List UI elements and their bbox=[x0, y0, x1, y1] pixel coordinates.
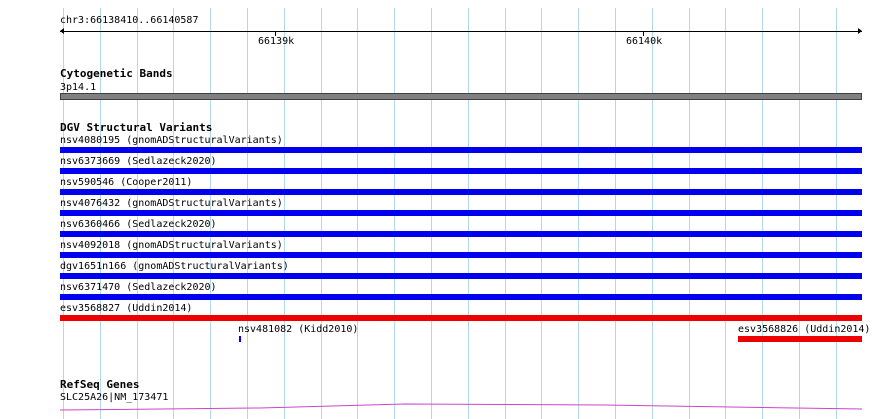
dgv-feature-bar-nsv4080195[interactable] bbox=[60, 147, 862, 153]
dgv-feature-label[interactable]: nsv6373669 (Sedlazeck2020) bbox=[60, 156, 217, 167]
dgv-feature-label[interactable]: esv3568826 (Uddin2014) bbox=[738, 324, 870, 335]
dgv-feature-label[interactable]: nsv6371470 (Sedlazeck2020) bbox=[60, 282, 217, 293]
ruler-tick-label-66139k: 66139k bbox=[258, 36, 295, 47]
dgv-feature-label[interactable]: nsv481082 (Kidd2010) bbox=[238, 324, 358, 335]
track-title-dgv-structural-variants[interactable]: DGV Structural Variants bbox=[60, 122, 212, 134]
dgv-feature-bar-dgv1651n166[interactable] bbox=[60, 273, 862, 279]
dgv-feature-bar-nsv6371470[interactable] bbox=[60, 294, 862, 300]
dgv-feature-bar-nsv4076432[interactable] bbox=[60, 210, 862, 216]
dgv-feature-bar-esv3568826[interactable] bbox=[738, 336, 862, 342]
cytoband-label[interactable]: 3p14.1 bbox=[60, 82, 96, 93]
dgv-feature-label[interactable]: nsv4080195 (gnomADStructuralVariants) bbox=[60, 135, 283, 146]
ruler-right-arrow-icon bbox=[858, 28, 862, 34]
dgv-feature-bar-nsv6373669[interactable] bbox=[60, 168, 862, 174]
ruler-axis-line bbox=[60, 31, 862, 32]
dgv-feature-label[interactable]: nsv4092018 (gnomADStructuralVariants) bbox=[60, 240, 283, 251]
dgv-feature-label[interactable]: nsv590546 (Cooper2011) bbox=[60, 177, 192, 188]
refseq-gene-intron-line[interactable] bbox=[60, 400, 862, 412]
dgv-feature-bar-nsv481082[interactable] bbox=[239, 336, 241, 342]
dgv-feature-bar-esv3568827[interactable] bbox=[60, 315, 862, 321]
track-title-cytogenetic-bands[interactable]: Cytogenetic Bands bbox=[60, 68, 173, 80]
track-title-refseq-genes[interactable]: RefSeq Genes bbox=[60, 379, 139, 391]
ruler-range-label: chr3:66138410..66140587 bbox=[60, 15, 199, 26]
dgv-feature-bar-nsv590546[interactable] bbox=[60, 189, 862, 195]
dgv-feature-label[interactable]: esv3568827 (Uddin2014) bbox=[60, 303, 192, 314]
cytoband-bar[interactable] bbox=[60, 93, 862, 100]
dgv-feature-label[interactable]: dgv1651n166 (gnomADStructuralVariants) bbox=[60, 261, 289, 272]
dgv-feature-bar-nsv4092018[interactable] bbox=[60, 252, 862, 258]
dgv-feature-label[interactable]: nsv4076432 (gnomADStructuralVariants) bbox=[60, 198, 283, 209]
ruler-left-arrow-icon bbox=[60, 28, 64, 34]
dgv-feature-bar-nsv6360466[interactable] bbox=[60, 231, 862, 237]
ruler-tick-label-66140k: 66140k bbox=[626, 36, 663, 47]
dgv-feature-label[interactable]: nsv6360466 (Sedlazeck2020) bbox=[60, 219, 217, 230]
